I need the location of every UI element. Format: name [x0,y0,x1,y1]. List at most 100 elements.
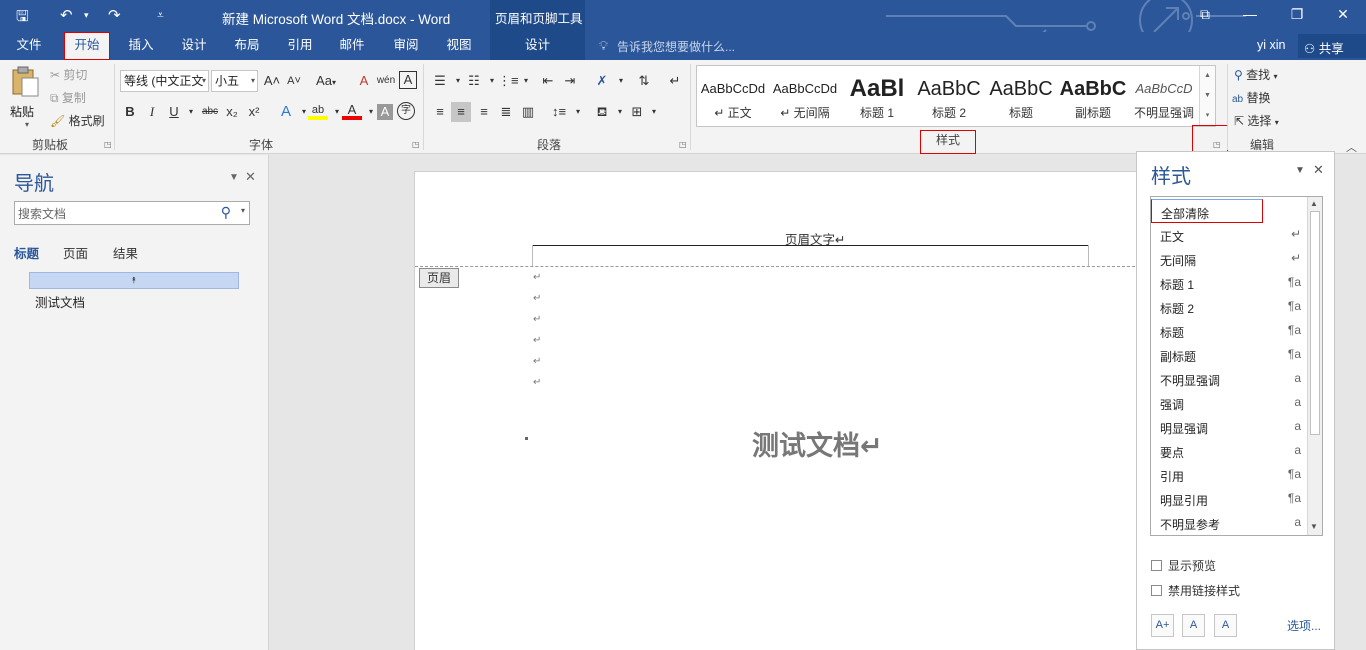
replace-button[interactable]: ab 替换 [1232,89,1270,106]
tab-layout[interactable]: 布局 [224,32,270,60]
style-item[interactable]: 无间隔 ↵ [1151,247,1307,271]
bullets-icon[interactable]: ☰ [430,71,450,91]
chevron-down-icon[interactable]: ▾ [644,102,664,122]
font-launcher-icon[interactable]: ◳ [412,140,420,149]
style-item[interactable]: 明显强调 a [1151,415,1307,439]
scroll-down-icon[interactable]: ▼ [1310,522,1318,531]
justify-icon[interactable]: ≣ [496,102,516,122]
style-title[interactable]: AaBbC 标题 [985,66,1057,126]
style-subtitle[interactable]: AaBbC 副标题 [1057,66,1129,126]
enclose-characters-icon[interactable]: 字 [397,102,415,120]
minimize-icon[interactable]: — [1240,6,1260,22]
styles-launcher-button[interactable]: ◳ [1192,125,1228,155]
style-inspector-button[interactable]: A [1182,614,1205,637]
tab-insert[interactable]: 插入 [118,32,164,60]
style-item-clear-all[interactable]: 全部清除 [1151,199,1263,223]
tab-home[interactable]: 开始 [64,32,110,60]
document-title[interactable]: 测试文档↵ [752,424,883,463]
styles-gallery[interactable]: AaBbCcDd ↵ 正文 AaBbCcDd ↵ 无间隔 AaBl 标题 1 A… [696,65,1216,127]
restore-icon[interactable]: ❐ [1287,6,1307,23]
customize-toolbar-icon[interactable]: ⩡ [157,8,164,23]
select-button[interactable]: ⇱ 选择 ▾ [1234,112,1279,129]
collapse-ribbon-icon[interactable]: ︿ [1346,139,1357,155]
style-item[interactable]: 正文 ↵ [1151,223,1307,247]
save-icon[interactable]: 🖫 [16,6,29,31]
font-size-combo[interactable]: 小五 ▾ [211,70,258,92]
tab-pages[interactable]: 页面 [63,243,88,262]
clear-formatting-icon[interactable]: A [354,71,374,91]
style-item[interactable]: 强调 a [1151,391,1307,415]
show-marks-icon[interactable]: ↵ [665,71,685,91]
clipboard-launcher-icon[interactable]: ◳ [104,140,112,149]
style-item[interactable]: 引用 ¶a [1151,463,1307,487]
heading-item[interactable]: 测试文档 [35,292,85,311]
text-effects-icon[interactable]: A [276,102,296,122]
paragraph-shading-icon[interactable]: ⛾ [592,102,612,122]
style-item[interactable]: 标题 2 ¶a [1151,295,1307,319]
superscript-icon[interactable]: x² [244,102,264,122]
decrease-indent-icon[interactable]: ⇤ [538,71,558,91]
style-normal[interactable]: AaBbCcDd ↵ 正文 [697,66,769,126]
tab-headings[interactable]: 标题 [14,243,39,262]
scroll-up-icon[interactable]: ▲ [1310,199,1318,208]
tab-header-footer-design[interactable]: 设计 [490,32,585,60]
chinese-layout-icon[interactable]: ✗ [592,71,612,91]
scroll-up-icon[interactable]: ▲ [1200,66,1215,86]
pane-options-icon[interactable]: ▼ [1295,165,1305,176]
find-button[interactable]: ⚲ 查找 ▾ [1234,66,1278,83]
format-painter-button[interactable]: 🖌︎ 格式刷 [50,112,105,129]
highlight-icon[interactable]: ab [308,100,328,120]
styles-list-scrollbar[interactable]: ▲ ▼ [1307,197,1322,535]
tab-review[interactable]: 审阅 [383,32,429,60]
show-preview-checkbox[interactable]: 显示预览 [1151,557,1216,574]
close-icon[interactable]: ✕ [245,169,256,185]
tab-results[interactable]: 结果 [113,243,138,262]
font-name-combo[interactable]: 等线 (中文正文 ▾ [120,70,209,92]
style-item[interactable]: 明显引用 ¶a [1151,487,1307,511]
ribbon-display-options-icon[interactable]: ⧉ [1195,6,1215,23]
style-heading-2[interactable]: AaBbC 标题 2 [913,66,985,126]
align-left-icon[interactable]: ≡ [430,102,450,122]
style-heading-1[interactable]: AaBl 标题 1 [841,66,913,126]
document-page[interactable]: 页眉文字↵ 页眉 ↵ ↵ ↵ ↵ ↵ ↵ 测试文档↵ [414,171,1145,650]
gallery-scroll[interactable]: ▲ ▼ ▾ [1199,66,1215,126]
chevron-down-icon[interactable]: ▾ [241,206,245,215]
user-name[interactable]: yi xin [1257,38,1285,52]
paste-button[interactable]: 粘贴 ▾ [10,66,44,130]
tab-file[interactable]: 文件 [6,32,52,60]
style-item[interactable]: 要点 a [1151,439,1307,463]
copy-button[interactable]: ⧉ 复制 [50,89,86,106]
scrollbar-thumb[interactable] [1310,211,1320,435]
distributed-icon[interactable]: ▥ [518,102,538,122]
phonetic-guide-icon[interactable]: wén [376,71,396,91]
tab-mailings[interactable]: 邮件 [329,32,375,60]
increase-indent-icon[interactable]: ⇥ [560,71,580,91]
cut-button[interactable]: ✂ 剪切 [50,66,87,83]
options-link[interactable]: 选项... [1287,617,1321,634]
tell-me-box[interactable]: 告诉我您想要做什么... [617,38,735,55]
style-item[interactable]: 不明显强调 a [1151,367,1307,391]
chevron-down-icon[interactable]: ▾ [611,71,631,91]
search-icon[interactable]: ⚲ [221,204,231,221]
tab-view[interactable]: 视图 [436,32,482,60]
search-input[interactable]: 搜索文档 ⚲ ▾ [14,201,250,225]
font-color-icon[interactable]: A [342,100,362,120]
shrink-font-icon[interactable]: A˅ [284,71,304,91]
style-item[interactable]: 副标题 ¶a [1151,343,1307,367]
chevron-down-icon[interactable]: ▾ [568,102,588,122]
align-center-icon[interactable]: ≡ [451,102,471,122]
bold-icon[interactable]: B [120,102,140,122]
style-subtle-emphasis[interactable]: AaBbCcD 不明显强调 [1129,66,1199,126]
align-right-icon[interactable]: ≡ [474,102,494,122]
character-border-icon[interactable]: A [399,71,417,89]
manage-styles-button[interactable]: A [1214,614,1237,637]
disable-linked-styles-checkbox[interactable]: 禁用链接样式 [1151,582,1240,599]
undo-icon[interactable]: ↶ [60,6,73,24]
undo-dropdown-icon[interactable]: ▾ [84,10,89,21]
style-item[interactable]: 标题 1 ¶a [1151,271,1307,295]
style-item[interactable]: 标题 ¶a [1151,319,1307,343]
multilevel-list-icon[interactable]: ⋮≡ [498,71,519,91]
collapse-headings-bar[interactable]: ⯭ [29,272,239,289]
gallery-more-icon[interactable]: ▾ [1200,106,1215,126]
tab-design[interactable]: 设计 [171,32,217,60]
